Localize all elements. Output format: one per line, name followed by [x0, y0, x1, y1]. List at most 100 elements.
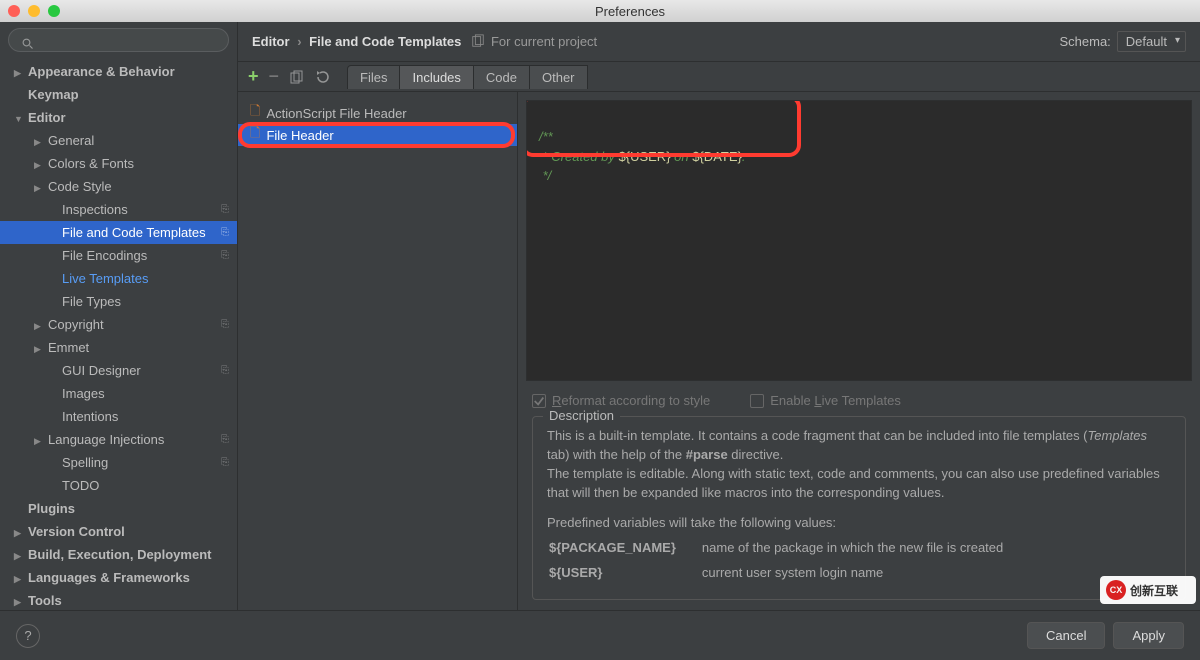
sidebar-item-emmet[interactable]: Emmet	[0, 336, 237, 359]
sidebar-item-label: GUI Designer	[62, 363, 141, 378]
minimize-window-icon[interactable]	[28, 5, 40, 17]
tree-arrow-icon	[14, 110, 24, 125]
sidebar-item-label: Intentions	[62, 409, 118, 424]
close-window-icon[interactable]	[8, 5, 20, 17]
tree-arrow-icon	[14, 524, 24, 539]
template-toolbar: + − FilesIncludesCodeOther	[238, 62, 1200, 92]
tree-arrow-icon	[34, 156, 44, 171]
zoom-window-icon[interactable]	[48, 5, 60, 17]
tree-arrow-icon	[34, 179, 44, 194]
sidebar-item-label: General	[48, 133, 94, 148]
breadcrumb-leaf: File and Code Templates	[309, 34, 461, 49]
sidebar-item-label: File Encodings	[62, 248, 147, 263]
sidebar-item-copyright[interactable]: Copyright	[0, 313, 237, 336]
sidebar-item-label: Language Injections	[48, 432, 164, 447]
sidebar-item-label: Plugins	[28, 501, 75, 516]
sidebar-item-spelling[interactable]: Spelling	[0, 451, 237, 474]
enable-live-templates-checkbox[interactable]: Enable Live Templates	[750, 393, 901, 408]
project-scope-icon	[221, 204, 229, 215]
content-panel: Editor › File and Code Templates For cur…	[238, 22, 1200, 610]
project-scope-icon	[471, 34, 485, 48]
reformat-checkbox[interactable]: Reformat according to style	[532, 393, 710, 408]
sidebar-item-images[interactable]: Images	[0, 382, 237, 405]
search-icon	[22, 38, 34, 50]
project-scope-icon	[221, 250, 229, 261]
template-list: 🗋ActionScript File Header🗋 File Header	[238, 92, 518, 610]
window-controls	[8, 5, 60, 17]
template-item-label: ActionScript File Header	[266, 106, 406, 121]
variable-row: ${USER}current user system login name	[549, 560, 1027, 583]
tab-other[interactable]: Other	[529, 65, 588, 89]
sidebar-item-label: Live Templates	[62, 271, 148, 286]
tree-arrow-icon	[34, 432, 44, 447]
file-icon: 🗋	[250, 124, 260, 146]
sidebar-item-label: Languages & Frameworks	[28, 570, 190, 585]
variable-description: name of the package in which the new fil…	[702, 535, 1027, 558]
remove-template-button[interactable]: −	[269, 66, 280, 87]
sidebar-item-colors-fonts[interactable]: Colors & Fonts	[0, 152, 237, 175]
template-item[interactable]: 🗋 File Header	[238, 124, 517, 146]
sidebar-item-language-injections[interactable]: Language Injections	[0, 428, 237, 451]
help-button[interactable]: ?	[16, 624, 40, 648]
sidebar-item-file-and-code-templates[interactable]: File and Code Templates	[0, 221, 237, 244]
tab-files[interactable]: Files	[347, 65, 400, 89]
window-title: Preferences	[60, 4, 1200, 19]
sidebar-item-version-control[interactable]: Version Control	[0, 520, 237, 543]
sidebar-item-todo[interactable]: TODO	[0, 474, 237, 497]
sidebar-item-label: Code Style	[48, 179, 112, 194]
template-item[interactable]: 🗋ActionScript File Header	[238, 102, 517, 124]
project-scope-icon	[221, 457, 229, 468]
sidebar-item-keymap[interactable]: Keymap	[0, 83, 237, 106]
project-scope-icon	[221, 319, 229, 330]
sidebar-item-live-templates[interactable]: Live Templates	[0, 267, 237, 290]
variables-table: ${PACKAGE_NAME}name of the package in wh…	[547, 533, 1029, 585]
tree-arrow-icon	[14, 547, 24, 562]
sidebar-item-inspections[interactable]: Inspections	[0, 198, 237, 221]
scope-label: For current project	[471, 34, 597, 49]
description-panel: Description This is a built-in template.…	[532, 416, 1186, 600]
dialog-footer: ? Cancel Apply	[0, 610, 1200, 660]
sidebar-item-build-execution-deployment[interactable]: Build, Execution, Deployment	[0, 543, 237, 566]
sidebar-item-label: Keymap	[28, 87, 79, 102]
sidebar-item-tools[interactable]: Tools	[0, 589, 237, 610]
sidebar-item-general[interactable]: General	[0, 129, 237, 152]
template-tabs: FilesIncludesCodeOther	[347, 65, 586, 89]
cancel-button[interactable]: Cancel	[1027, 622, 1105, 649]
sidebar-item-languages-frameworks[interactable]: Languages & Frameworks	[0, 566, 237, 589]
add-template-button[interactable]: +	[248, 66, 259, 87]
tab-includes[interactable]: Includes	[399, 65, 473, 89]
sidebar-item-file-types[interactable]: File Types	[0, 290, 237, 313]
apply-button[interactable]: Apply	[1113, 622, 1184, 649]
template-item-label: File Header	[266, 128, 333, 143]
sidebar-item-label: TODO	[62, 478, 99, 493]
reset-template-icon[interactable]	[315, 69, 331, 85]
copy-template-icon[interactable]	[289, 69, 305, 85]
search-input[interactable]	[8, 28, 229, 52]
sidebar-item-code-style[interactable]: Code Style	[0, 175, 237, 198]
sidebar-item-editor[interactable]: Editor	[0, 106, 237, 129]
sidebar-item-label: Images	[62, 386, 105, 401]
settings-tree: Appearance & Behavior Keymap Editor General…	[0, 58, 237, 610]
sidebar-item-intentions[interactable]: Intentions	[0, 405, 237, 428]
sidebar-item-label: Colors & Fonts	[48, 156, 134, 171]
sidebar-item-label: Inspections	[62, 202, 128, 217]
template-editor[interactable]: /** * Created by ${USER} on ${DATE}. */	[526, 100, 1192, 381]
tree-arrow-icon	[14, 64, 24, 79]
watermark-logo: CX 创新互联	[1100, 576, 1196, 604]
sidebar-item-plugins[interactable]: Plugins	[0, 497, 237, 520]
tree-arrow-icon	[34, 340, 44, 355]
sidebar-item-label: File and Code Templates	[62, 225, 206, 240]
sidebar-item-file-encodings[interactable]: File Encodings	[0, 244, 237, 267]
sidebar-item-label: Version Control	[28, 524, 125, 539]
sidebar-item-label: Appearance & Behavior	[28, 64, 175, 79]
sidebar-item-gui-designer[interactable]: GUI Designer	[0, 359, 237, 382]
tree-arrow-icon	[14, 570, 24, 585]
sidebar-item-appearance-behavior[interactable]: Appearance & Behavior	[0, 60, 237, 83]
schema-dropdown[interactable]: Default	[1117, 31, 1186, 52]
sidebar-item-label: Emmet	[48, 340, 89, 355]
breadcrumb-root[interactable]: Editor	[252, 34, 290, 49]
sidebar-item-label: Copyright	[48, 317, 104, 332]
project-scope-icon	[221, 365, 229, 376]
tab-code[interactable]: Code	[473, 65, 530, 89]
breadcrumb: Editor › File and Code Templates	[252, 34, 461, 49]
